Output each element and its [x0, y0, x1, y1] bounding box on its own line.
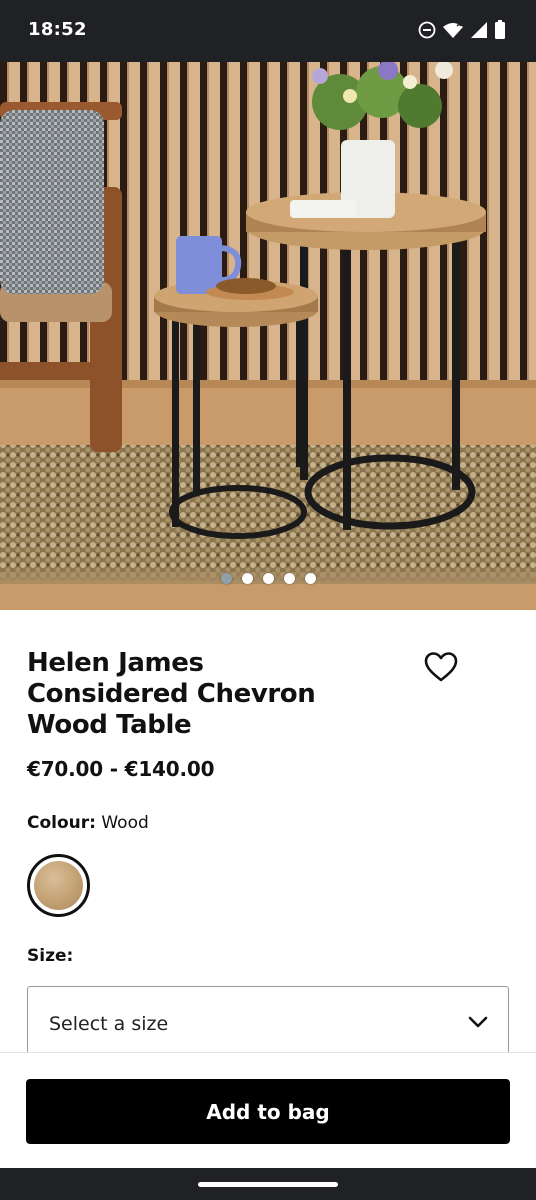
carousel-dot[interactable]: [304, 573, 316, 584]
status-time: 18:52: [28, 19, 87, 40]
wishlist-button[interactable]: [424, 651, 458, 683]
size-label: Size:: [27, 946, 74, 966]
carousel-dot[interactable]: [220, 573, 232, 584]
wifi-icon: [443, 20, 463, 38]
signal-icon: [471, 21, 487, 38]
chevron-down-icon: [468, 1016, 488, 1028]
add-to-bag-button[interactable]: Add to bag: [26, 1079, 510, 1144]
product-image-carousel[interactable]: [0, 62, 536, 610]
carousel-dot[interactable]: [283, 573, 295, 584]
status-icons: [418, 20, 506, 39]
heart-icon: [424, 652, 458, 682]
colour-row: Colour: Wood: [27, 813, 149, 833]
colour-swatch-wood[interactable]: [27, 854, 90, 917]
home-indicator[interactable]: [198, 1182, 338, 1187]
bottom-action-bar: Add to bag: [0, 1052, 536, 1168]
carousel-dot[interactable]: [241, 573, 253, 584]
swatch-image: [34, 861, 83, 910]
battery-icon: [495, 20, 505, 39]
size-placeholder: Select a size: [49, 1013, 169, 1035]
system-nav-bar: [0, 1168, 536, 1200]
product-photo: [0, 62, 536, 610]
carousel-dot[interactable]: [262, 573, 274, 584]
product-title: Helen James Considered Chevron Wood Tabl…: [27, 648, 316, 740]
price-range: €70.00 - €140.00: [27, 757, 215, 781]
size-dropdown[interactable]: Select a size: [27, 986, 509, 1062]
do-not-disturb-icon: [418, 21, 436, 38]
status-bar: 18:52: [0, 0, 536, 62]
colour-value: Wood: [101, 813, 149, 833]
colour-label: Colour:: [27, 813, 96, 833]
carousel-dots: [0, 573, 536, 584]
